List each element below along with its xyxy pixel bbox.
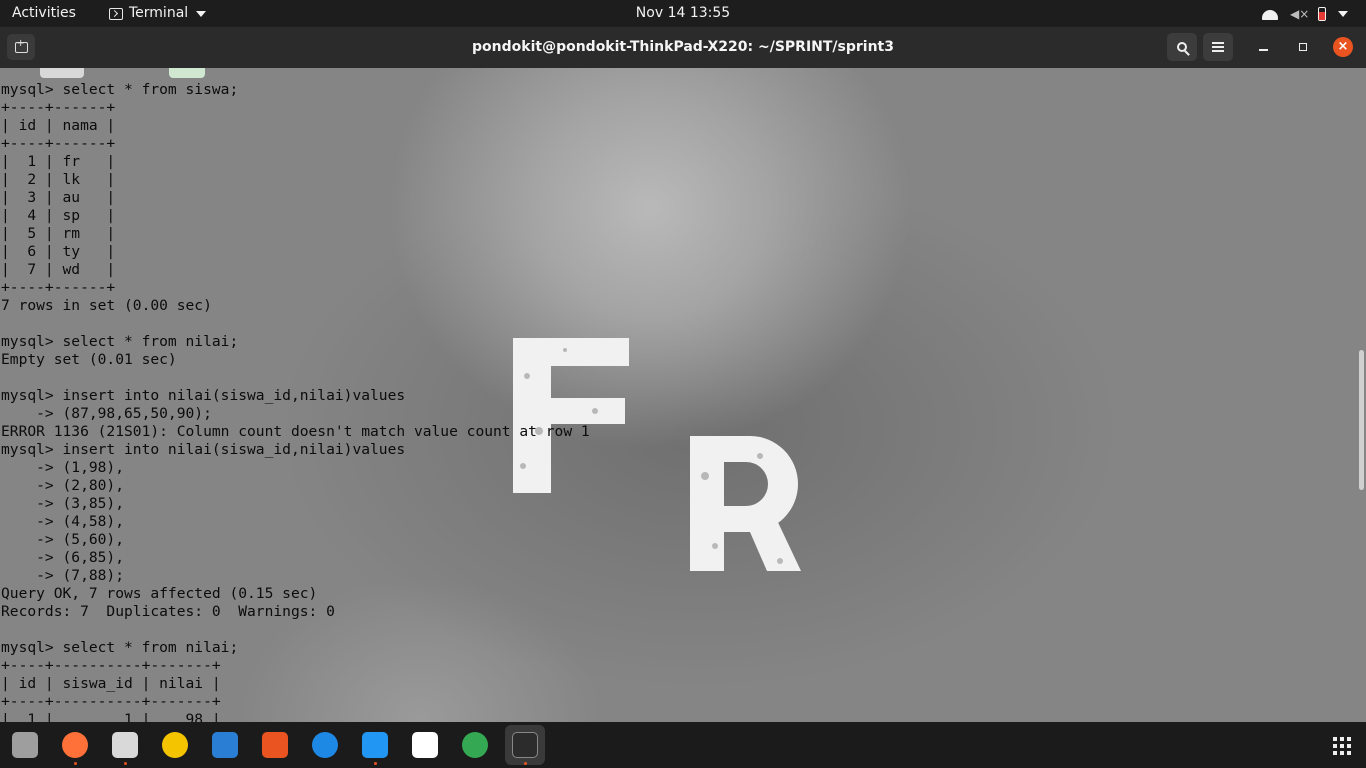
dock-item-vscode[interactable] [355, 725, 395, 765]
hamburger-menu-icon [1212, 46, 1224, 48]
dock-item-text-editor[interactable] [405, 725, 445, 765]
search-icon [12, 732, 38, 758]
volume-muted-icon[interactable]: ◀× [1290, 8, 1309, 20]
dock-item-rhythmbox[interactable] [155, 725, 195, 765]
battery-icon[interactable] [1318, 6, 1326, 21]
running-indicator [524, 762, 527, 765]
window-titlebar: pondokit@pondokit-ThinkPad-X220: ~/SPRIN… [0, 27, 1366, 68]
help-icon [312, 732, 338, 758]
firefox-icon [62, 732, 88, 758]
show-applications-icon[interactable] [1333, 737, 1351, 755]
running-indicator [74, 762, 77, 765]
terminal-view[interactable]: mysql> select * from siswa; +----+------… [0, 68, 1366, 722]
files-icon [112, 732, 138, 758]
running-indicator [124, 762, 127, 765]
dock-item-search[interactable] [5, 725, 45, 765]
app-menu-label: Terminal [129, 5, 189, 21]
dock-item-files[interactable] [105, 725, 145, 765]
text-editor-icon [412, 732, 438, 758]
dock-item-libreoffice-writer[interactable] [205, 725, 245, 765]
new-tab-icon [14, 38, 28, 53]
terminal-scrollbar[interactable] [1359, 350, 1364, 490]
running-indicator [374, 762, 377, 765]
system-menu-caret-icon[interactable] [1338, 10, 1348, 17]
clock[interactable]: Nov 14 13:55 [636, 5, 730, 21]
dock-item-help[interactable] [305, 725, 345, 765]
minimize-icon [1258, 49, 1268, 51]
desktop-icon-partial [169, 68, 205, 78]
hamburger-menu-button[interactable] [1203, 33, 1233, 61]
ubuntu-software-icon [262, 732, 288, 758]
dock [0, 722, 1366, 768]
close-button[interactable]: × [1328, 33, 1358, 61]
chrome-icon [462, 732, 488, 758]
chevron-down-icon [196, 10, 207, 17]
search-icon [1177, 42, 1187, 52]
terminal-icon [109, 7, 123, 20]
wallpaper-letter-r-leg [743, 516, 801, 571]
top-bar: Activities Terminal Nov 14 13:55 ◀× [0, 0, 1366, 27]
minimize-button[interactable] [1248, 33, 1278, 61]
maximize-button[interactable] [1288, 33, 1318, 61]
dock-item-ubuntu-software[interactable] [255, 725, 295, 765]
search-button[interactable] [1167, 33, 1197, 61]
dock-item-terminal[interactable] [505, 725, 545, 765]
dock-item-firefox[interactable] [55, 725, 95, 765]
new-tab-button[interactable] [7, 34, 35, 60]
maximize-icon [1299, 43, 1307, 51]
activities-button[interactable]: Activities [12, 0, 76, 27]
vscode-icon [362, 732, 388, 758]
rhythmbox-icon [162, 732, 188, 758]
close-icon: × [1333, 37, 1353, 57]
desktop-icon-partial [40, 68, 84, 78]
dock-item-chrome[interactable] [455, 725, 495, 765]
terminal-output[interactable]: mysql> select * from siswa; +----+------… [1, 81, 590, 722]
system-tray[interactable]: ◀× [1262, 0, 1348, 27]
app-menu-terminal[interactable]: Terminal [109, 0, 207, 27]
wifi-icon[interactable] [1262, 8, 1278, 20]
terminal-icon [512, 732, 538, 758]
libreoffice-writer-icon [212, 732, 238, 758]
window-title: pondokit@pondokit-ThinkPad-X220: ~/SPRIN… [472, 39, 894, 55]
